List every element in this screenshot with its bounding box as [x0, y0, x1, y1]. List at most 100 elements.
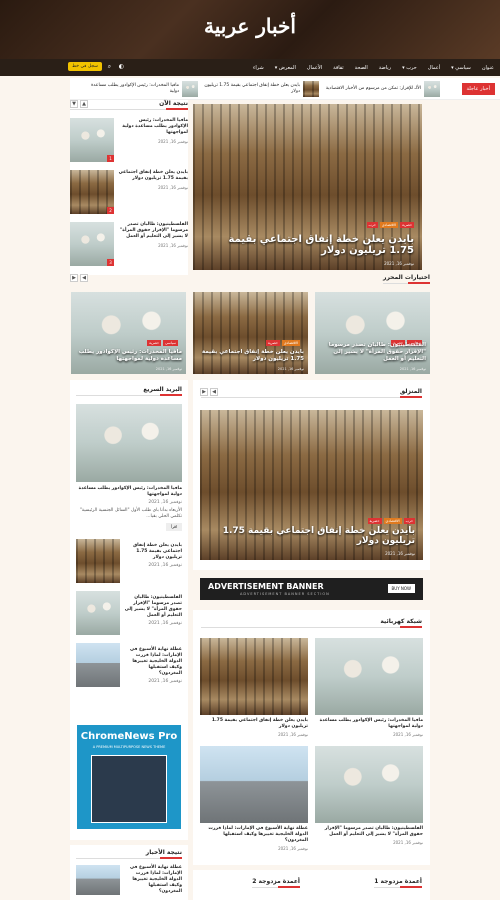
tag[interactable]: حصرية — [265, 340, 280, 346]
home-hero-title[interactable]: بايدن يعلن خطة إنفاق اجتماعي بقيمة 1.75 … — [208, 526, 415, 546]
trending-item-title[interactable]: بايدن يعلن خطة إنفاق اجتماعي بقيمة 1.75 … — [118, 170, 188, 182]
trending-item[interactable]: الفلسطينيون: ظالبان تصدر مرسوما "الإقرار… — [70, 222, 188, 266]
list-item-title[interactable]: الفلسطينيون: طالبان تصدر مرسوما "الإقرار… — [124, 595, 182, 619]
tag[interactable]: حرب — [366, 222, 378, 228]
subscribe-button[interactable]: سجل في خط — [68, 62, 102, 71]
hero-title[interactable]: بايدن يعلن خطة إنفاق اجتماعي بقيمة 1.75 … — [201, 234, 414, 256]
grid-card-image[interactable] — [315, 638, 423, 715]
list-item-title[interactable]: عطلة نهاية الأسبوع في الإمارات: لماذا قر… — [124, 647, 182, 677]
ticker-item[interactable]: مافيا المخدرات: رئيس الإكوادور يطلب مساع… — [83, 81, 198, 97]
grid-card-title[interactable]: الفلسطينيون: طالبان تصدر مرسوما "الإقرار… — [315, 826, 423, 838]
chevron-down-icon[interactable]: ▼ — [70, 100, 78, 108]
chevron-right-icon[interactable]: ▶ — [200, 388, 208, 396]
chevron-left-icon[interactable]: ◀ — [210, 388, 218, 396]
trending-item-date: نوفمبر 16, 2021 — [158, 185, 188, 190]
grid-card-image[interactable] — [200, 746, 308, 823]
tag[interactable]: حصرية — [367, 518, 382, 524]
dark-mode-icon[interactable]: ◐ — [117, 62, 126, 71]
trending-item-title[interactable]: مافيا المخدرات: رئيس الإكوادور يطلب مساع… — [118, 118, 188, 136]
nav-item-2[interactable]: أعمال — [428, 65, 440, 71]
tag[interactable]: حصرية — [147, 340, 162, 346]
home-section: المنزلق ◀ ▶ حرب الاقتصادي حصرية بايدن يع… — [193, 380, 430, 570]
fast-post-title[interactable]: مافيا المخدرات: رئيس الإكوادور يطلب مساع… — [76, 486, 182, 498]
editor-picks-header: اختيارات المحرر ◀ ▶ — [70, 270, 431, 286]
site-title[interactable]: أخبار عربية — [0, 14, 500, 38]
editor-picks-carousel: سياسي حصرية الفلسطينيون: طالبان تصدر مرس… — [70, 292, 430, 374]
nav-item-3[interactable]: حرب ▾ — [402, 65, 417, 71]
fast-post-widget: مافيا المخدرات: رئيس الإكوادور يطلب مساع… — [76, 404, 182, 687]
list-item-thumb[interactable] — [76, 643, 120, 687]
ad-banner-title: ADVERTISEMENT BANNER — [208, 582, 324, 591]
grid-card-title[interactable]: مافيا المخدرات: رئيس الإكوادور يطلب مساع… — [315, 718, 423, 730]
trending-item[interactable]: بايدن يعلن خطة إنفاق اجتماعي بقيمة 1.75 … — [70, 170, 188, 214]
buy-now-button[interactable]: BUY NOW — [387, 584, 415, 593]
home-hero-article[interactable]: حرب الاقتصادي حصرية بايدن يعلن خطة إنفاق… — [200, 410, 423, 560]
grid-card[interactable]: بايدن يعلن خطة إنفاق اجتماعي بقيمة 1.75 … — [200, 638, 308, 737]
card-tags: سياسي حصرية — [147, 340, 178, 346]
nav-item-7[interactable]: الأعمال — [307, 65, 322, 71]
list-item[interactable]: عطلة نهاية الأسبوع في الإمارات: لماذا قر… — [76, 643, 182, 687]
grid-card-title[interactable]: عطلة نهاية الأسبوع في الإمارات: لماذا قر… — [200, 826, 308, 844]
advertisement-banner[interactable]: ADVERTISEMENT BANNER ADVERTISEMENT BANNE… — [200, 578, 423, 600]
trending-item[interactable]: مافيا المخدرات: رئيس الإكوادور يطلب مساع… — [70, 118, 188, 162]
grid-card[interactable]: مافيا المخدرات: رئيس الإكوادور يطلب مساع… — [315, 638, 423, 737]
tag[interactable]: الاقتصادي — [281, 340, 300, 346]
tag[interactable]: سياسي — [163, 340, 178, 346]
ticker-item[interactable]: الألـ للإقرار: تمكن من مرسوم من الأخبار … — [325, 81, 440, 97]
editor-card[interactable]: سياسي حصرية الفلسطينيون: طالبان تصدر مرس… — [315, 292, 430, 374]
trending-thumb[interactable]: 3 — [70, 222, 114, 266]
read-more-button[interactable]: اقرأ — [166, 523, 182, 531]
chevron-right-icon[interactable]: ▶ — [70, 274, 78, 282]
nav-item-8[interactable]: المعرض ▾ — [275, 65, 296, 71]
hero-date: نوفمبر 16, 2021 — [384, 261, 414, 266]
tag[interactable]: الاقتصادي — [379, 222, 399, 228]
grid-card[interactable]: عطلة نهاية الأسبوع في الإمارات: لماذا قر… — [200, 746, 308, 851]
nav-item-4[interactable]: رياضة — [379, 65, 391, 71]
card-title[interactable]: بايدن يعلن خطة إنفاق اجتماعي بقيمة 1.75 … — [197, 349, 304, 363]
news-side-item-title[interactable]: عطلة نهاية الأسبوع في الإمارات: لماذا قر… — [124, 865, 182, 895]
tag[interactable]: حرب — [403, 518, 415, 524]
card-title[interactable]: الفلسطينيون: طالبان تصدر مرسوما "الإقرار… — [319, 342, 426, 363]
trending-item-title[interactable]: الفلسطينيون: ظالبان تصدر مرسوما "الإقرار… — [118, 222, 188, 240]
grid-card[interactable]: الفلسطينيون: طالبان تصدر مرسوما "الإقرار… — [315, 746, 423, 851]
chromenews-ad[interactable]: ChromeNews Pro A PREMIUM MULTIPURPOSE NE… — [77, 725, 181, 829]
tag[interactable]: الاقتصادي — [383, 518, 402, 524]
trending-nav: ▲ ▼ — [70, 100, 88, 108]
grid-card-image[interactable] — [200, 638, 308, 715]
news-side-item[interactable]: عطلة نهاية الأسبوع في الإمارات: لماذا قر… — [76, 865, 182, 895]
search-icon[interactable]: ⌕ — [105, 62, 114, 71]
grid-card-title[interactable]: بايدن يعلن خطة إنفاق اجتماعي بقيمة 1.75 … — [200, 718, 308, 730]
tag[interactable]: حصرية — [400, 222, 414, 228]
news-side-thumb[interactable] — [76, 865, 120, 895]
chevron-up-icon[interactable]: ▲ — [80, 100, 88, 108]
ticker-item[interactable]: بايدن يعلن خطة إنفاق اجتماعي بقيمة 1.75 … — [204, 81, 319, 97]
nav-item-6[interactable]: ثقافة — [333, 65, 344, 71]
chevron-left-icon[interactable]: ◀ — [80, 274, 88, 282]
list-item-date: نوفمبر 16, 2021 — [148, 621, 182, 626]
hero-article[interactable]: حصرية الاقتصادي حرب بايدن يعلن خطة إنفاق… — [193, 104, 422, 270]
list-item-title[interactable]: بايدن يعلن خطة إنفاق اجتماعي بقيمة 1.75 … — [124, 543, 182, 561]
ticker-thumb — [424, 81, 440, 97]
editor-card[interactable]: سياسي حصرية مافيا المخدرات: رئيس الإكواد… — [71, 292, 186, 374]
sidebar-title: البريد السريع — [76, 386, 182, 396]
nav-item-1[interactable]: سياسي ▾ — [451, 65, 471, 71]
nav-item-5[interactable]: الصحة — [355, 65, 368, 71]
list-item-thumb[interactable] — [76, 591, 120, 635]
trending-rank: 2 — [107, 207, 114, 214]
trending-thumb[interactable]: 2 — [70, 170, 114, 214]
trending-thumb[interactable]: 1 — [70, 118, 114, 162]
card-title[interactable]: مافيا المخدرات: رئيس الإكوادور يطلب مساع… — [75, 349, 182, 363]
grid-card-image[interactable] — [315, 746, 423, 823]
list-item[interactable]: الفلسطينيون: طالبان تصدر مرسوما "الإقرار… — [76, 591, 182, 635]
nav-item-9[interactable]: شراء — [253, 65, 264, 71]
editor-card[interactable]: الاقتصادي حصرية بايدن يعلن خطة إنفاق اجت… — [193, 292, 308, 374]
home-section-title: المنزلق — [201, 388, 422, 398]
ad-banner-subtitle: ADVERTISEMENT BANNER SECTION — [240, 592, 330, 596]
grid-card-date: نوفمبر 16, 2021 — [278, 846, 308, 851]
list-item[interactable]: بايدن يعلن خطة إنفاق اجتماعي بقيمة 1.75 … — [76, 539, 182, 583]
hero-tags: حصرية الاقتصادي حرب — [366, 222, 414, 228]
fast-post-image[interactable] — [76, 404, 182, 482]
nav-item-0[interactable]: عنوان — [482, 65, 494, 71]
list-item-thumb[interactable] — [76, 539, 120, 583]
electric-grid-section: شبكة كهربائية مافيا المخدرات: رئيس الإكو… — [193, 610, 430, 865]
